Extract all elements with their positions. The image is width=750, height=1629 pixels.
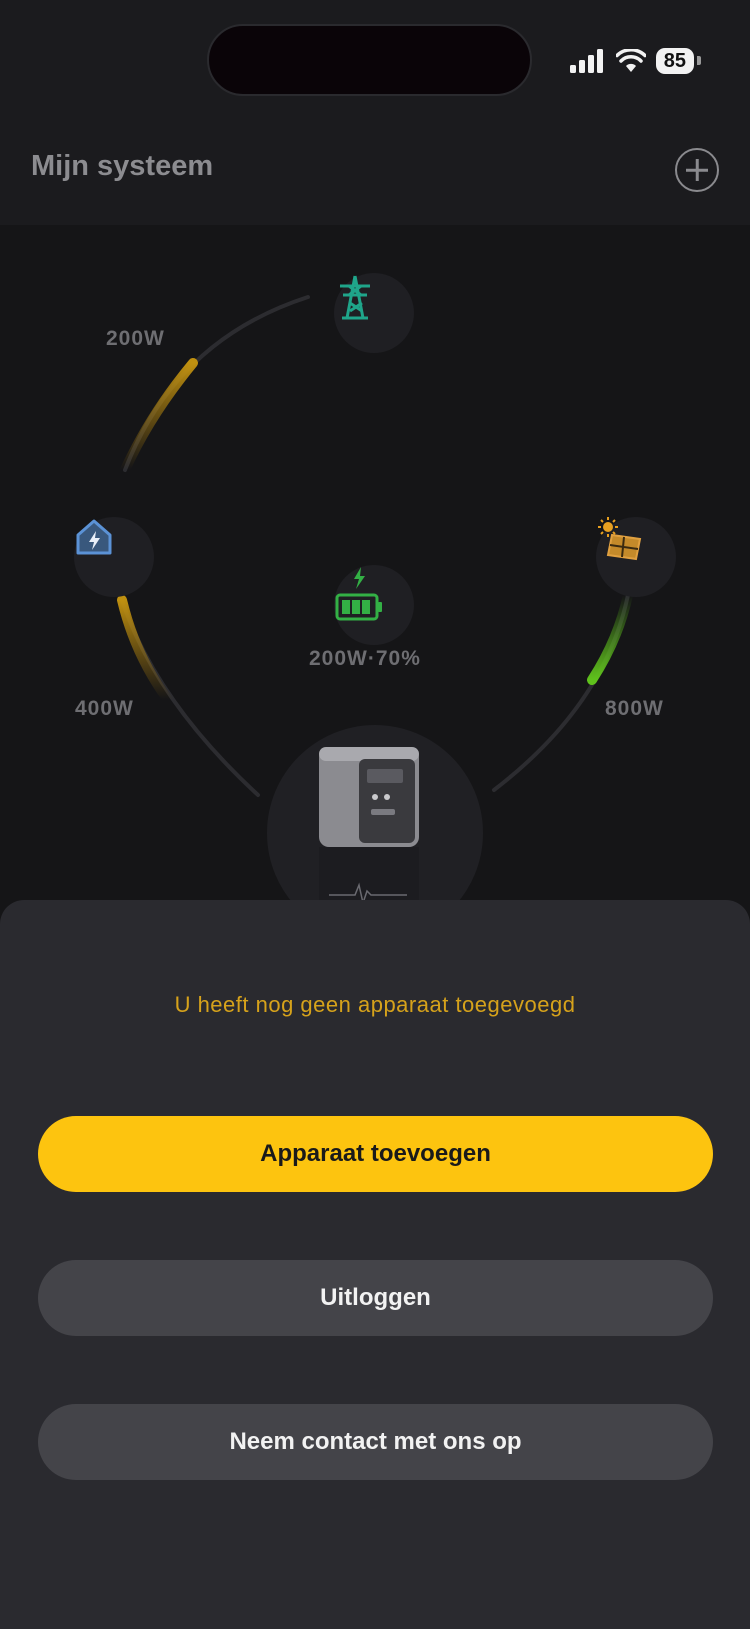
grid-flow-active [120,358,198,475]
header: Mijn systeem [0,120,750,225]
home-lightning-icon [76,519,112,555]
solar-power-label: 800W [605,697,664,720]
status-icons: 85 [569,46,702,76]
logout-button[interactable]: Uitloggen [38,1260,713,1336]
home-power-label: 400W [75,697,134,720]
cellular-signal-icon [569,49,603,73]
battery-indicator: 85 [655,48,702,74]
add-device-button[interactable]: Apparaat toevoegen [38,1116,713,1192]
battery-node[interactable] [334,565,414,645]
battery-charging-icon [335,567,382,621]
grid-flow-track [123,295,310,472]
contact-us-button[interactable]: Neem contact met ons op [38,1404,713,1480]
solar-flow-active [587,590,633,685]
home-node[interactable] [74,517,154,597]
bottom-sheet: U heeft nog geen apparaat toegevoegd App… [0,900,750,1629]
solar-flow-track [492,593,630,792]
battery-status-label: 200W·70% [309,647,421,670]
app-screen: 85 Mijn systeem 200W 400W 800W 200W·70% … [0,0,750,1629]
energy-flow-diagram: 200W 400W 800W 200W·70% [0,225,750,941]
home-flow-track [120,598,260,797]
page-title: Mijn systeem [31,150,214,182]
dynamic-island [207,24,532,96]
status-bar: 85 [0,0,750,120]
solar-panel-icon [598,517,642,561]
grid-power-label: 200W [106,327,165,350]
power-tower-icon [340,275,370,320]
wifi-icon [615,49,646,72]
grid-node[interactable] [334,273,414,353]
solar-node[interactable] [596,517,676,597]
plus-circle-icon[interactable] [675,148,719,192]
no-device-message: U heeft nog geen apparaat toegevoegd [174,992,576,1017]
